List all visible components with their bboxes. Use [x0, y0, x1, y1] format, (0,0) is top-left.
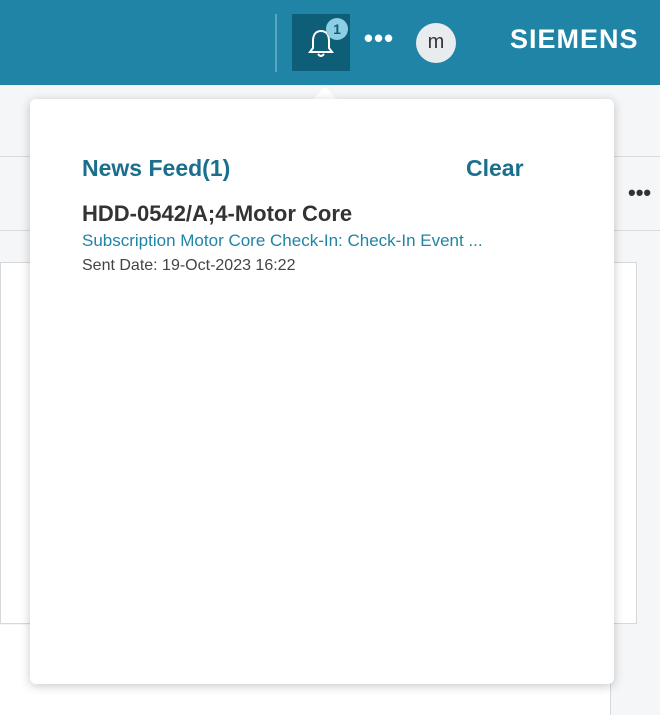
news-item-sent-date: Sent Date: 19-Oct-2023 16:22: [82, 257, 296, 274]
notification-count-badge: 1: [326, 18, 348, 40]
background-more-button[interactable]: •••: [628, 180, 651, 206]
news-feed-popover: News Feed(1) Clear HDD-0542/A;4-Motor Co…: [30, 99, 614, 684]
clear-button[interactable]: Clear: [466, 155, 524, 182]
more-options-button[interactable]: •••: [362, 25, 396, 56]
news-item-title: HDD-0542/A;4-Motor Core: [82, 201, 353, 226]
top-bar: 1 ••• m SIEMENS: [0, 0, 660, 85]
brand-logo: SIEMENS: [510, 24, 639, 54]
news-feed-title: News Feed(1): [82, 155, 231, 181]
user-avatar[interactable]: m: [416, 23, 456, 63]
toolbar-divider: [275, 14, 277, 72]
news-item-description-link[interactable]: Subscription Motor Core Check-In: Check-…: [82, 229, 592, 253]
popover-arrow: [313, 87, 337, 99]
news-feed-item[interactable]: HDD-0542/A;4-Motor Core Subscription Mot…: [82, 199, 592, 279]
